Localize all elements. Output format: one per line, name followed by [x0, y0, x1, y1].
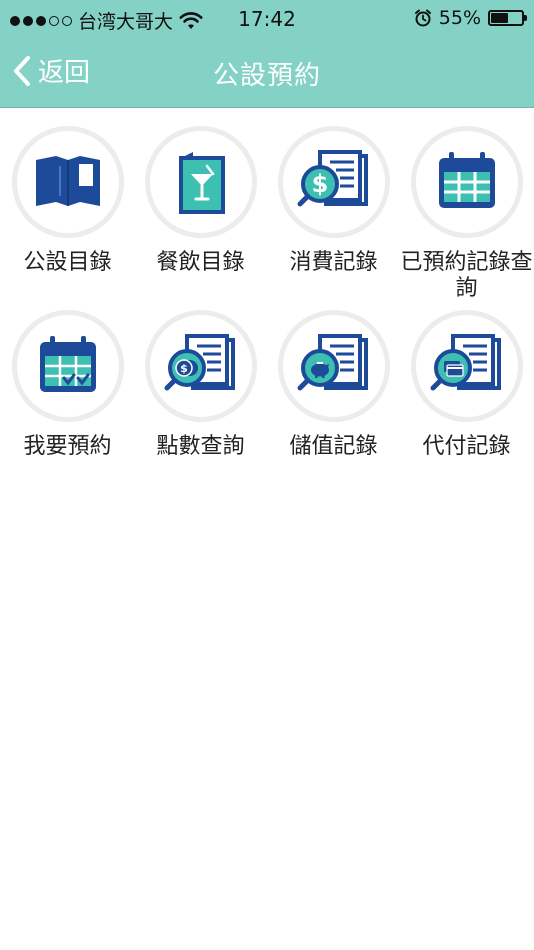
menu-item-reservation-history[interactable]: 已預約記錄查詢 [400, 126, 533, 310]
page-title: 公設預約 [212, 61, 321, 91]
battery-percent: 55% [438, 7, 481, 29]
svg-text:$: $ [311, 170, 328, 198]
menu-item-points-inquiry[interactable]: $ 點數查詢 [134, 310, 267, 494]
dollar-record-icon: $ [297, 150, 368, 207]
drink-menu-icon [178, 152, 225, 214]
menu-icon-circle [11, 310, 124, 422]
menu-icon-circle: $ [144, 310, 257, 422]
menu-icon-circle: $ [277, 126, 390, 238]
menu-item-label: 餐飲目錄 [156, 250, 245, 275]
menu-item-label: 消費記錄 [289, 250, 378, 275]
menu-item-label: 我要預約 [23, 434, 112, 459]
alarm-clock-icon [414, 9, 431, 27]
menu-icon-circle [144, 126, 257, 238]
battery-fill [491, 13, 508, 23]
menu-item-dining-catalog[interactable]: 餐飲目錄 [134, 126, 267, 310]
menu-item-label: 儲值記錄 [289, 434, 378, 459]
calendar-icon [438, 152, 495, 208]
folder-icon [35, 156, 100, 206]
piggy-bank-record-icon [297, 334, 368, 391]
svg-text:$: $ [180, 362, 188, 375]
header-bar: 台湾大哥大 17:42 55% 返回 公設預約 [0, 0, 534, 108]
menu-item-topup-record[interactable]: 儲值記錄 [267, 310, 400, 494]
menu-icon-circle [410, 310, 523, 422]
card-record-icon [430, 334, 501, 391]
menu-item-make-reservation[interactable]: 我要預約 [1, 310, 134, 494]
menu-icon-circle [410, 126, 523, 238]
menu-grid: 公設目錄 餐飲目錄 $ 消費記錄 已預約記錄查詢 我要預約 $ 點數查詢 儲值記… [0, 126, 534, 494]
menu-item-label: 代付記錄 [422, 434, 511, 459]
menu-item-label: 點數查詢 [156, 434, 245, 459]
menu-item-facility-catalog[interactable]: 公設目錄 [1, 126, 134, 310]
coin-record-icon: $ [164, 334, 235, 391]
menu-item-payment-record[interactable]: 代付記錄 [400, 310, 533, 494]
battery-icon [488, 10, 527, 26]
menu-item-label: 已預約記錄查詢 [400, 250, 533, 301]
status-bar: 台湾大哥大 17:42 55% [0, 0, 534, 38]
status-right: 55% [414, 7, 527, 29]
menu-icon-circle [277, 310, 390, 422]
menu-item-consumption-record[interactable]: $ 消費記錄 [267, 126, 400, 310]
menu-item-label: 公設目錄 [23, 250, 112, 275]
calendar-check-icon [39, 336, 96, 392]
menu-icon-circle [11, 126, 124, 238]
navigation-bar: 返回 公設預約 [0, 38, 534, 108]
